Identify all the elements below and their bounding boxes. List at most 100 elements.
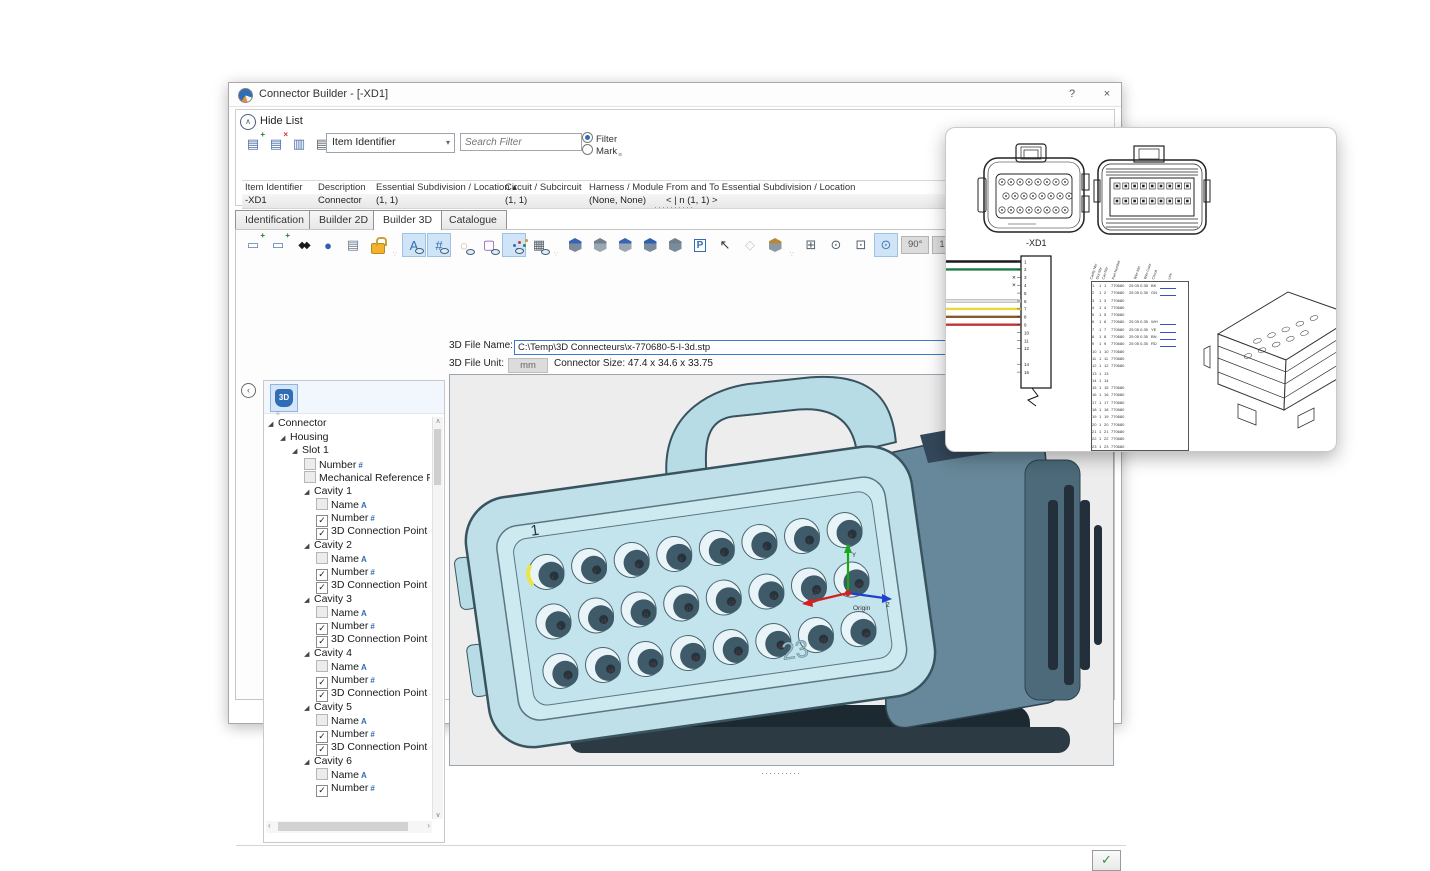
tree-item[interactable]: NameA [266,498,430,512]
toggle-squares-button[interactable]: ▢ [477,233,501,257]
tree-item[interactable]: NameA [266,768,430,782]
tree-3d-mode-button[interactable]: 3D [270,384,298,412]
lock-open-button[interactable] [366,233,390,257]
tree-item[interactable]: ✓Number# [266,782,430,796]
column-header[interactable]: Essential Subdivision / Location ▴ [376,182,517,193]
expander-icon[interactable]: ◢ [304,648,314,662]
checkbox[interactable] [316,714,328,726]
plane-p-button[interactable]: P [688,233,712,257]
title-bar[interactable]: Connector Builder - [-XD1] ? × [229,83,1121,107]
shade-button[interactable]: ● [316,233,340,257]
grid-snap-button[interactable]: ⊞ [799,233,823,257]
collapse-panel-icon[interactable]: ‹ [241,383,256,398]
view-cube-back-button[interactable] [588,233,612,257]
tree-item[interactable]: ◢Connector [266,417,430,431]
rotate-snap-button[interactable]: ⊙ [874,233,898,257]
toggle-numbers-button[interactable]: # [427,233,451,257]
tab-builder-3d[interactable]: Builder 3D [373,210,442,230]
tree-item[interactable]: Number# [266,458,430,472]
tree-item[interactable]: ✓3D Connection Point◎ [266,525,430,539]
toggle-grid-button[interactable]: ▦ [527,233,551,257]
radio-selected-icon[interactable] [582,132,593,143]
checkbox[interactable] [316,552,328,564]
expander-icon[interactable]: ◢ [304,594,314,608]
mark-radio[interactable]: Mark [582,144,617,155]
view-cube-iso-button[interactable] [663,233,687,257]
filter-field-dropdown[interactable]: Item Identifier ▾ [326,133,455,153]
tree-item[interactable]: NameA [266,660,430,674]
checkbox[interactable] [316,606,328,618]
tree-item[interactable]: ◢Cavity 6 [266,755,430,769]
splitter-handle[interactable]: ·········· [721,768,841,778]
angle-field[interactable]: 90° [901,236,929,254]
copy-item-button[interactable]: ▥ [287,132,311,156]
add-view-button[interactable]: ▭+ [266,233,290,257]
search-input[interactable] [460,133,582,151]
tree-item[interactable]: Mechanical Reference Point▫ [266,471,430,485]
column-header[interactable]: Description [318,182,366,193]
checkbox[interactable] [304,471,316,483]
tree-item[interactable]: ✓3D Connection Point◎ [266,741,430,755]
expander-icon[interactable]: ◢ [304,486,314,500]
tree-item[interactable]: ◢Housing [266,431,430,445]
tab-catalogue[interactable]: Catalogue [439,210,507,229]
cubes-pair-button[interactable] [763,233,787,257]
new-view-button[interactable]: ▭+ [241,233,265,257]
column-header[interactable]: Harness / Module [589,182,663,193]
radio-icon[interactable] [582,144,593,155]
tree-horizontal-scrollbar[interactable]: ‹› [266,821,432,833]
diamond-button[interactable]: ◇ [738,233,762,257]
ok-button[interactable]: ✓ [1092,850,1121,871]
column-header[interactable]: Circuit / Subcircuit [505,182,582,193]
tab-builder-2d[interactable]: Builder 2D [309,210,378,229]
column-header[interactable]: From and To Essential Subdivision / Loca… [666,182,855,193]
tree-item[interactable]: ✓3D Connection Point◎ [266,687,430,701]
toggle-names-button[interactable]: A [402,233,426,257]
tree-item[interactable]: ✓Number# [266,566,430,580]
checkbox[interactable] [316,768,328,780]
expander-icon[interactable]: ◢ [280,432,290,446]
tree-item[interactable]: ✓Number# [266,728,430,742]
expander-icon[interactable]: ◢ [304,540,314,554]
overflow-icon[interactable]: ≡ [618,152,622,159]
expander-icon[interactable]: ◢ [292,445,302,459]
hide-list-chevron-icon[interactable]: ∧ [240,114,256,130]
pick-point-button[interactable]: ↖ [713,233,737,257]
view-cube-left-button[interactable] [613,233,637,257]
checkbox[interactable]: ✓ [316,785,328,797]
expander-icon[interactable]: ◢ [304,756,314,770]
target-circle-button[interactable]: ⊙ [824,233,848,257]
target-box-button[interactable]: ⊡ [849,233,873,257]
tab-identification[interactable]: Identification [235,210,314,229]
tree-vertical-scrollbar[interactable]: ∧∨ [432,417,443,819]
checkbox[interactable] [304,458,316,470]
tree-item[interactable]: ◢Cavity 2 [266,539,430,553]
checkbox[interactable] [316,660,328,672]
toggle-circles-button[interactable]: ◌ [452,233,476,257]
tree-item[interactable]: ✓Number# [266,620,430,634]
add-item-button[interactable]: ▤+ [241,132,265,156]
tree-item[interactable]: ◢Cavity 3 [266,593,430,607]
hide-list-label[interactable]: Hide List [260,115,303,127]
tree-item[interactable]: NameA [266,552,430,566]
tree-item[interactable]: ✓Number# [266,674,430,688]
view-cube-right-button[interactable] [638,233,662,257]
mirror-button[interactable]: ◆◆ [291,233,315,257]
column-header[interactable]: Item Identifier [245,182,303,193]
help-button[interactable]: ? [1059,86,1085,103]
tree-item[interactable]: ◢Cavity 4 [266,647,430,661]
tree-item[interactable]: ◢Cavity 1 [266,485,430,499]
close-button[interactable]: × [1094,86,1120,103]
delete-item-button[interactable]: ▤× [264,132,288,156]
toggle-points-button[interactable] [502,233,526,257]
tree-item[interactable]: NameA [266,714,430,728]
checkbox[interactable] [316,498,328,510]
tree-item[interactable]: ◢Cavity 5 [266,701,430,715]
expander-icon[interactable]: ◢ [268,418,278,432]
tree-item[interactable]: NameA [266,606,430,620]
tree-item[interactable]: ✓3D Connection Point◎ [266,633,430,647]
tree-item[interactable]: ◢Slot 1 [266,444,430,458]
filter-radio[interactable]: Filter [582,132,617,143]
tree-item[interactable]: ✓3D Connection Point◎ [266,579,430,593]
inspect-button[interactable]: ▤ [341,233,365,257]
